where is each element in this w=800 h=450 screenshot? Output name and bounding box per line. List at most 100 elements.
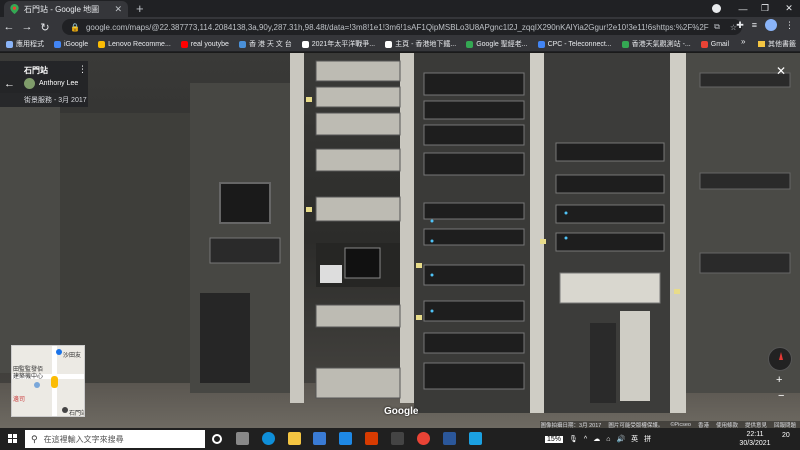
bookmark-favicon-icon	[180, 40, 188, 48]
map-label: 沙田友	[63, 353, 82, 359]
bookmark-label: 2021年太平洋戰爭...	[311, 41, 376, 48]
capture-date[interactable]: 街景服務 - 3月 2017	[24, 95, 87, 105]
bookmark-item[interactable]: 香 港 天 文 台	[238, 39, 292, 49]
windows-start-icon[interactable]	[8, 434, 18, 444]
bookmark-item[interactable]: 2021年太平洋戰爭...	[301, 39, 376, 49]
mail-icon[interactable]	[339, 432, 352, 445]
store-icon[interactable]	[313, 432, 326, 445]
zoom-out-button[interactable]: −	[778, 390, 784, 402]
bookmark-label: real youtybe	[190, 40, 229, 48]
office-icon[interactable]	[365, 432, 378, 445]
new-tab-button[interactable]: +	[136, 2, 144, 15]
bookmark-favicon-icon	[238, 40, 246, 48]
clock-date: 30/3/2021	[739, 440, 771, 447]
windows-taskbar: ⚲ 在這裡輸入文字來搜尋 15% 🎙 ^ ☁ ⌂ 🔊 英 拼 22:11 30/…	[0, 428, 800, 450]
map-label: 建築機中心	[13, 374, 44, 380]
reload-button[interactable]: ↻	[36, 21, 54, 34]
author-name[interactable]: Anthony Lee	[39, 80, 78, 87]
station-icon	[62, 407, 68, 413]
ime-mode[interactable]: 拼	[644, 434, 651, 444]
close-window-button[interactable]: ✕	[776, 0, 800, 17]
bookmark-item[interactable]: Gmail	[700, 40, 729, 48]
bookmark-item[interactable]: 香港天氣觀測站 -...	[621, 39, 691, 49]
bookmark-label: Google 聖經老...	[476, 41, 528, 48]
forward-button[interactable]: →	[18, 21, 36, 33]
maps-pin-icon	[10, 4, 19, 14]
network-icon[interactable]: ⌂	[606, 436, 610, 443]
other-bookmarks-folder[interactable]: 其他書籤	[758, 39, 796, 49]
attribution-item[interactable]: 使用條款	[716, 421, 738, 428]
show-hidden-icons[interactable]: ^	[584, 436, 587, 443]
bookmark-item[interactable]: 主頁 - 香港地下鐵...	[385, 39, 456, 49]
bookmark-item[interactable]: CPC - Teleconnect...	[537, 40, 612, 48]
pegman-icon[interactable]	[51, 376, 58, 388]
more-options-icon[interactable]: ⋮	[78, 64, 87, 75]
bookmark-item[interactable]: Google 聖經老...	[466, 39, 528, 49]
bookmark-label: 主頁 - 香港地下鐵...	[395, 41, 457, 48]
street-view-panorama[interactable]: 石門站 ⋮ Anthony Lee 街景服務 - 3月 2017 ← ✕ 沙田友…	[0, 53, 800, 428]
close-streetview-icon[interactable]: ✕	[776, 64, 786, 78]
place-name[interactable]: 石門站	[24, 65, 48, 76]
author-avatar[interactable]	[24, 78, 35, 89]
chrome-icon[interactable]	[417, 432, 430, 445]
extensions-icon[interactable]: ✚	[736, 20, 744, 31]
cloud-icon[interactable]: ☁	[593, 435, 600, 443]
attribution-item[interactable]: 回報問題	[774, 421, 796, 428]
media-player-icon[interactable]	[391, 432, 404, 445]
edge-icon[interactable]	[262, 432, 275, 445]
bookmark-favicon-icon	[6, 40, 13, 48]
reading-list-icon[interactable]: ≡	[752, 20, 757, 30]
tab-google-maps[interactable]: 石門站 - Google 地圖 ✕	[4, 1, 128, 17]
share-icon[interactable]: ⧉	[714, 22, 720, 32]
ime-indicator[interactable]: 英	[631, 434, 638, 444]
back-button[interactable]: ←	[0, 21, 18, 33]
screen: 石門站 - Google 地圖 ✕ + — ❐ ✕ ← → ↻ 🔒 google…	[0, 0, 800, 450]
file-explorer-icon[interactable]	[288, 432, 301, 445]
microphone-icon[interactable]: 🎙	[569, 435, 578, 443]
exit-streetview-arrow-icon[interactable]: ←	[4, 78, 15, 90]
maximize-button[interactable]: ❐	[752, 0, 778, 17]
bookmark-favicon-icon	[466, 40, 474, 48]
bookmarks-overflow-button[interactable]: »	[741, 37, 745, 46]
lock-icon[interactable]: 🔒	[70, 23, 80, 32]
notification-count[interactable]: 20	[782, 432, 790, 439]
address-bar[interactable]: 🔒 google.com/maps/@22.387773,114.2084138…	[62, 19, 742, 35]
folder-icon	[758, 41, 765, 47]
menu-icon[interactable]: ⋮	[785, 20, 794, 31]
bookmark-label: iGoogle	[64, 40, 89, 48]
panorama-image[interactable]	[0, 53, 800, 428]
url-text[interactable]: google.com/maps/@22.387773,114.2084138,3…	[86, 23, 709, 32]
task-view-icon[interactable]	[236, 432, 249, 445]
volume-icon[interactable]: 🔊	[616, 435, 625, 443]
browser-tab-bar: 石門站 - Google 地圖 ✕ + — ❐ ✕	[0, 0, 800, 17]
tab-close-icon[interactable]: ✕	[114, 4, 122, 15]
attribution-item: 香港	[697, 423, 709, 428]
bookmark-favicon-icon	[54, 40, 61, 48]
bookmark-favicon-icon	[98, 40, 106, 48]
system-tray: 15% 🎙 ^ ☁ ⌂ 🔊 英 拼	[545, 428, 651, 450]
bookmark-favicon-icon	[301, 40, 309, 48]
app-icon[interactable]	[469, 432, 482, 445]
search-icon: ⚲	[31, 433, 38, 444]
compass-needle-icon	[779, 352, 783, 360]
bookmark-item[interactable]: iGoogle	[54, 40, 89, 48]
bookmark-item[interactable]: real youtybe	[180, 40, 229, 48]
battery-indicator[interactable]: 15%	[545, 435, 564, 443]
bookmark-favicon-icon	[537, 40, 545, 48]
other-bookmarks-label: 其他書籤	[768, 41, 796, 48]
attribution-item: 圖像拍攝日期：3月 2017	[540, 423, 602, 428]
profile-avatar[interactable]	[765, 19, 777, 31]
attribution-item[interactable]: 提供意見	[745, 421, 767, 428]
map-label: 石門站	[69, 411, 84, 417]
record-icon[interactable]	[712, 4, 721, 13]
bookmark-item[interactable]: 應用程式	[6, 39, 44, 49]
cortana-icon[interactable]	[212, 434, 222, 444]
bookmark-item[interactable]: Lenovo Recomme...	[98, 40, 171, 48]
zoom-in-button[interactable]: +	[776, 374, 782, 386]
minimap[interactable]: 沙田友 田監監發佰 建築機中心 邊司 石門站	[11, 345, 85, 417]
compass-control[interactable]	[768, 347, 792, 371]
taskbar-search-box[interactable]: ⚲ 在這裡輸入文字來搜尋	[25, 430, 205, 448]
system-clock[interactable]: 22:11 30/3/2021	[735, 430, 775, 448]
word-icon[interactable]	[443, 432, 456, 445]
bookmark-favicon-icon	[385, 40, 393, 48]
